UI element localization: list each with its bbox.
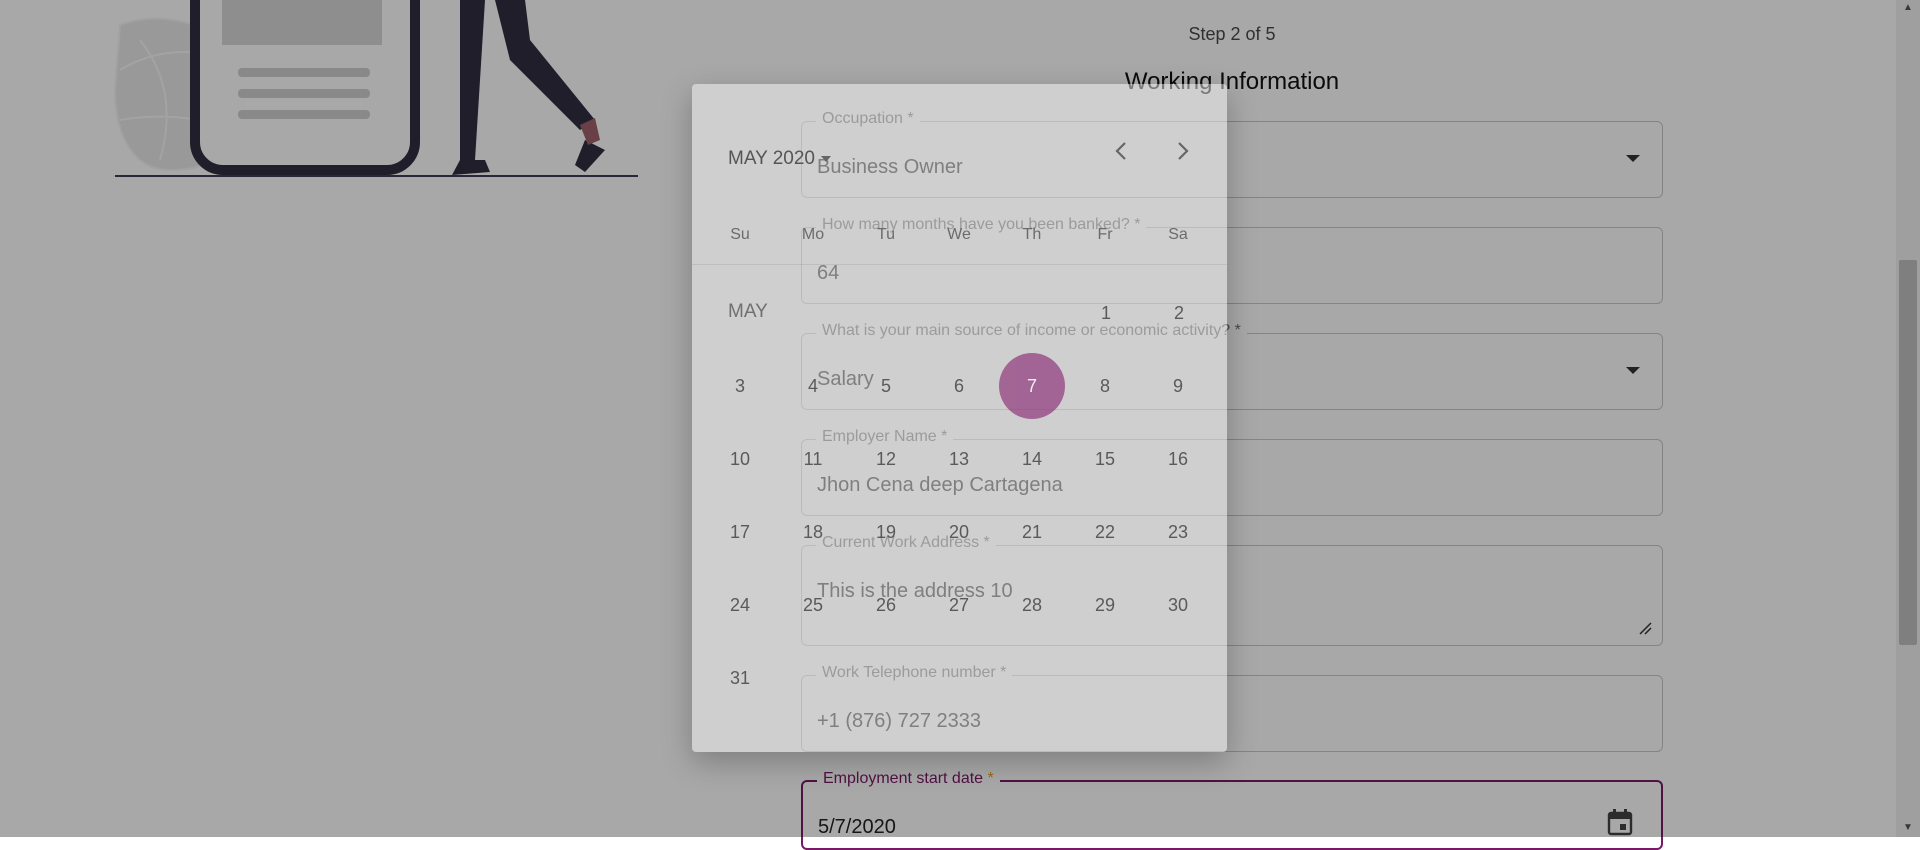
calendar-day[interactable]: 10 <box>707 426 773 492</box>
calendar-day[interactable]: 23 <box>1145 499 1211 565</box>
calendar-day[interactable]: 5 <box>853 353 919 419</box>
weekday-header-su: Su <box>730 226 750 243</box>
calendar-day[interactable]: 29 <box>1072 572 1138 638</box>
weekday-header-sa: Sa <box>1168 226 1188 243</box>
calendar-day[interactable]: 13 <box>926 426 992 492</box>
month-label: MAY <box>728 301 768 322</box>
chevron-right-icon[interactable] <box>1167 136 1197 166</box>
calendar-day[interactable]: 11 <box>780 426 846 492</box>
calendar-day[interactable]: 25 <box>780 572 846 638</box>
calendar-day[interactable]: 19 <box>853 499 919 565</box>
calendar-day[interactable]: 24 <box>707 572 773 638</box>
weekday-header-fr: Fr <box>1097 226 1113 243</box>
calendar-day[interactable]: 20 <box>926 499 992 565</box>
calendar-day[interactable]: 21 <box>999 499 1065 565</box>
calendar-day[interactable]: 31 <box>707 645 773 711</box>
calendar-day[interactable]: 22 <box>1072 499 1138 565</box>
calendar-day[interactable]: 4 <box>780 353 846 419</box>
calendar-day[interactable]: 17 <box>707 499 773 565</box>
month-year-switch[interactable]: MAY 2020 <box>728 148 831 170</box>
weekday-header-th: Th <box>1022 226 1042 243</box>
calendar-day[interactable]: 1 <box>1073 280 1139 346</box>
calendar-day[interactable]: 18 <box>780 499 846 565</box>
calendar-day[interactable]: 2 <box>1146 280 1212 346</box>
weekday-header-tu: Tu <box>876 226 896 243</box>
calendar-day[interactable]: 16 <box>1145 426 1211 492</box>
calendar-day[interactable]: 8 <box>1072 353 1138 419</box>
chevron-down-icon <box>820 155 831 162</box>
weekday-header-we: We <box>947 226 971 243</box>
chevron-left-icon[interactable] <box>1107 136 1137 166</box>
calendar-day[interactable]: 6 <box>926 353 992 419</box>
calendar-day[interactable]: 9 <box>1145 353 1211 419</box>
weekday-header-mo: Mo <box>801 226 825 243</box>
calendar-day[interactable]: 15 <box>1072 426 1138 492</box>
calendar-day[interactable]: 26 <box>853 572 919 638</box>
calendar-day[interactable]: 30 <box>1145 572 1211 638</box>
calendar-day[interactable]: 28 <box>999 572 1065 638</box>
month-year-label: MAY 2020 <box>728 148 815 169</box>
calendar-day[interactable]: 12 <box>853 426 919 492</box>
weekday-divider <box>692 264 1227 265</box>
calendar-day[interactable]: 14 <box>999 426 1065 492</box>
calendar-day[interactable]: 27 <box>926 572 992 638</box>
calendar-day-selected[interactable]: 7 <box>999 353 1065 419</box>
date-picker-dialog: MAY 2020 Su Mo Tu We Th Fr Sa MAY 1 2 3 … <box>692 84 1227 752</box>
calendar-day[interactable]: 3 <box>707 353 773 419</box>
